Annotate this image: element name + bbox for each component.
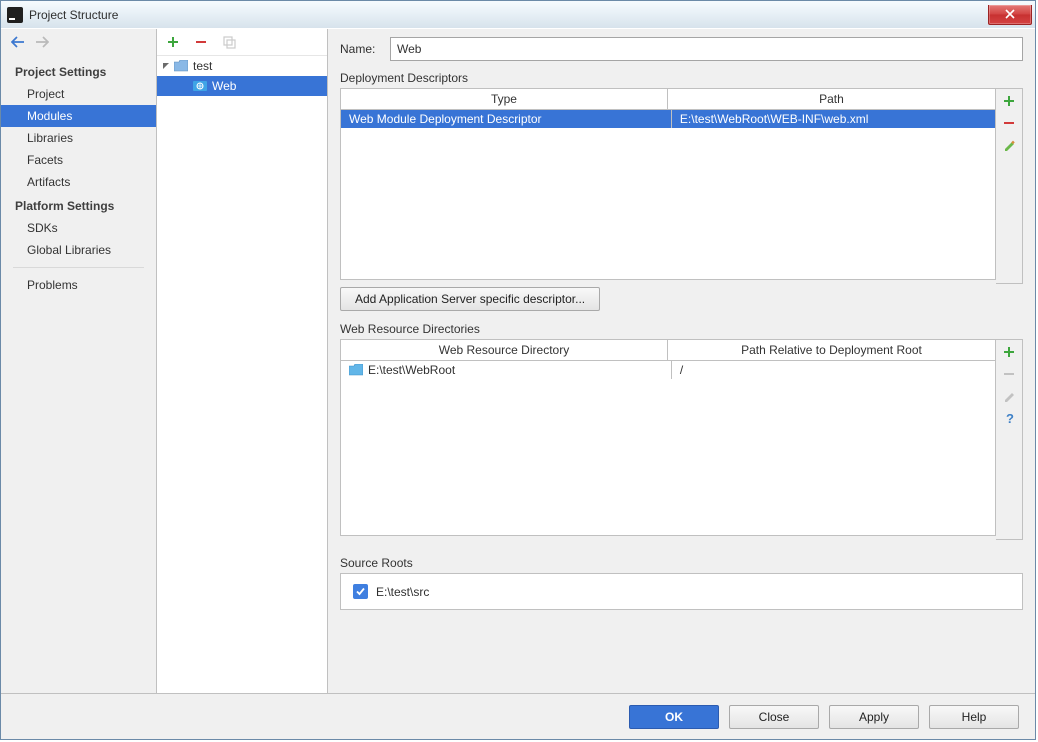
add-resource-button[interactable] bbox=[1001, 344, 1017, 360]
intellij-icon bbox=[7, 7, 23, 23]
back-button[interactable] bbox=[11, 36, 25, 48]
window-close-button[interactable] bbox=[988, 5, 1032, 25]
web-icon bbox=[193, 79, 207, 93]
project-structure-window: Project Structure Project Settings Proje… bbox=[0, 0, 1036, 740]
source-root-checkbox[interactable] bbox=[353, 584, 368, 599]
nav-item-project[interactable]: Project bbox=[1, 83, 156, 105]
apply-button[interactable]: Apply bbox=[829, 705, 919, 729]
column-type[interactable]: Type bbox=[341, 89, 668, 109]
help-resource-button[interactable]: ? bbox=[1001, 410, 1017, 426]
module-tree-panel: test Web bbox=[157, 29, 328, 694]
folder-icon bbox=[349, 364, 363, 376]
deployment-title: Deployment Descriptors bbox=[340, 71, 1023, 85]
nav-item-sdks[interactable]: SDKs bbox=[1, 217, 156, 239]
nav-item-libraries[interactable]: Libraries bbox=[1, 127, 156, 149]
titlebar: Project Structure bbox=[1, 1, 1035, 29]
remove-resource-button[interactable] bbox=[1001, 366, 1017, 382]
web-resources-table[interactable]: Web Resource Directory Path Relative to … bbox=[340, 339, 996, 536]
source-root-row[interactable]: E:\test\src bbox=[340, 573, 1023, 610]
nav-section: Project Settings Project Modules Librari… bbox=[1, 55, 156, 300]
remove-descriptor-button[interactable] bbox=[1001, 115, 1017, 131]
nav-item-modules[interactable]: Modules bbox=[1, 105, 156, 127]
cell-dir: E:\test\WebRoot bbox=[341, 361, 672, 379]
deployment-table[interactable]: Type Path Web Module Deployment Descript… bbox=[340, 88, 996, 280]
facet-settings-panel: Name: Deployment Descriptors Type Path W… bbox=[328, 29, 1035, 694]
help-button[interactable]: Help bbox=[929, 705, 1019, 729]
copy-button[interactable] bbox=[221, 34, 237, 50]
deployment-descriptors-group: Deployment Descriptors Type Path Web Mod… bbox=[340, 71, 1023, 306]
svg-text:?: ? bbox=[1006, 411, 1014, 425]
module-tree-toolbar bbox=[157, 29, 327, 56]
web-resources-title: Web Resource Directories bbox=[340, 322, 1023, 336]
deployment-toolbar bbox=[996, 88, 1023, 284]
table-row[interactable]: Web Module Deployment Descriptor E:\test… bbox=[341, 110, 995, 128]
tree-node-facet[interactable]: Web bbox=[157, 76, 327, 96]
add-server-descriptor-button[interactable]: Add Application Server specific descript… bbox=[340, 287, 600, 311]
column-path[interactable]: Path bbox=[668, 89, 995, 109]
forward-button[interactable] bbox=[35, 36, 49, 48]
module-icon bbox=[174, 60, 188, 72]
source-roots-title: Source Roots bbox=[340, 556, 1023, 570]
tree-node-label: Web bbox=[212, 79, 236, 93]
source-roots-group: Source Roots E:\test\src bbox=[340, 556, 1023, 610]
edit-resource-button[interactable] bbox=[1001, 388, 1017, 404]
edit-descriptor-button[interactable] bbox=[1001, 137, 1017, 153]
table-row[interactable]: E:\test\WebRoot / bbox=[341, 361, 995, 379]
add-button[interactable] bbox=[165, 34, 181, 50]
check-icon bbox=[355, 586, 366, 597]
nav-heading-project-settings: Project Settings bbox=[1, 59, 156, 83]
nav-heading-platform-settings: Platform Settings bbox=[1, 193, 156, 217]
nav-item-problems[interactable]: Problems bbox=[1, 274, 156, 296]
cell-type: Web Module Deployment Descriptor bbox=[341, 110, 672, 128]
window-title: Project Structure bbox=[29, 8, 118, 22]
column-rel[interactable]: Path Relative to Deployment Root bbox=[668, 340, 995, 360]
tree-node-module[interactable]: test bbox=[157, 56, 327, 76]
name-row: Name: bbox=[340, 37, 1023, 61]
remove-button[interactable] bbox=[193, 34, 209, 50]
nav-item-artifacts[interactable]: Artifacts bbox=[1, 171, 156, 193]
name-input[interactable] bbox=[390, 37, 1023, 61]
dialog-buttons: OK Close Apply Help bbox=[1, 693, 1035, 739]
expand-icon bbox=[161, 61, 171, 71]
source-root-path: E:\test\src bbox=[376, 585, 429, 599]
module-tree[interactable]: test Web bbox=[157, 56, 327, 694]
web-resources-toolbar: ? bbox=[996, 339, 1023, 540]
nav-item-facets[interactable]: Facets bbox=[1, 149, 156, 171]
sidebar-toolbar bbox=[1, 29, 156, 55]
column-dir[interactable]: Web Resource Directory bbox=[341, 340, 668, 360]
close-button[interactable]: Close bbox=[729, 705, 819, 729]
content: Project Settings Project Modules Librari… bbox=[1, 28, 1035, 694]
name-label: Name: bbox=[340, 42, 390, 56]
close-icon bbox=[1005, 9, 1015, 19]
nav-separator bbox=[13, 267, 144, 268]
ok-button[interactable]: OK bbox=[629, 705, 719, 729]
settings-sidebar: Project Settings Project Modules Librari… bbox=[1, 29, 157, 694]
cell-path: E:\test\WebRoot\WEB-INF\web.xml bbox=[672, 110, 995, 128]
web-resources-group: Web Resource Directories Web Resource Di… bbox=[340, 322, 1023, 540]
nav-item-global-libraries[interactable]: Global Libraries bbox=[1, 239, 156, 261]
tree-node-label: test bbox=[193, 59, 212, 73]
cell-dir-text: E:\test\WebRoot bbox=[368, 363, 455, 377]
cell-rel: / bbox=[672, 361, 995, 379]
add-descriptor-button[interactable] bbox=[1001, 93, 1017, 109]
